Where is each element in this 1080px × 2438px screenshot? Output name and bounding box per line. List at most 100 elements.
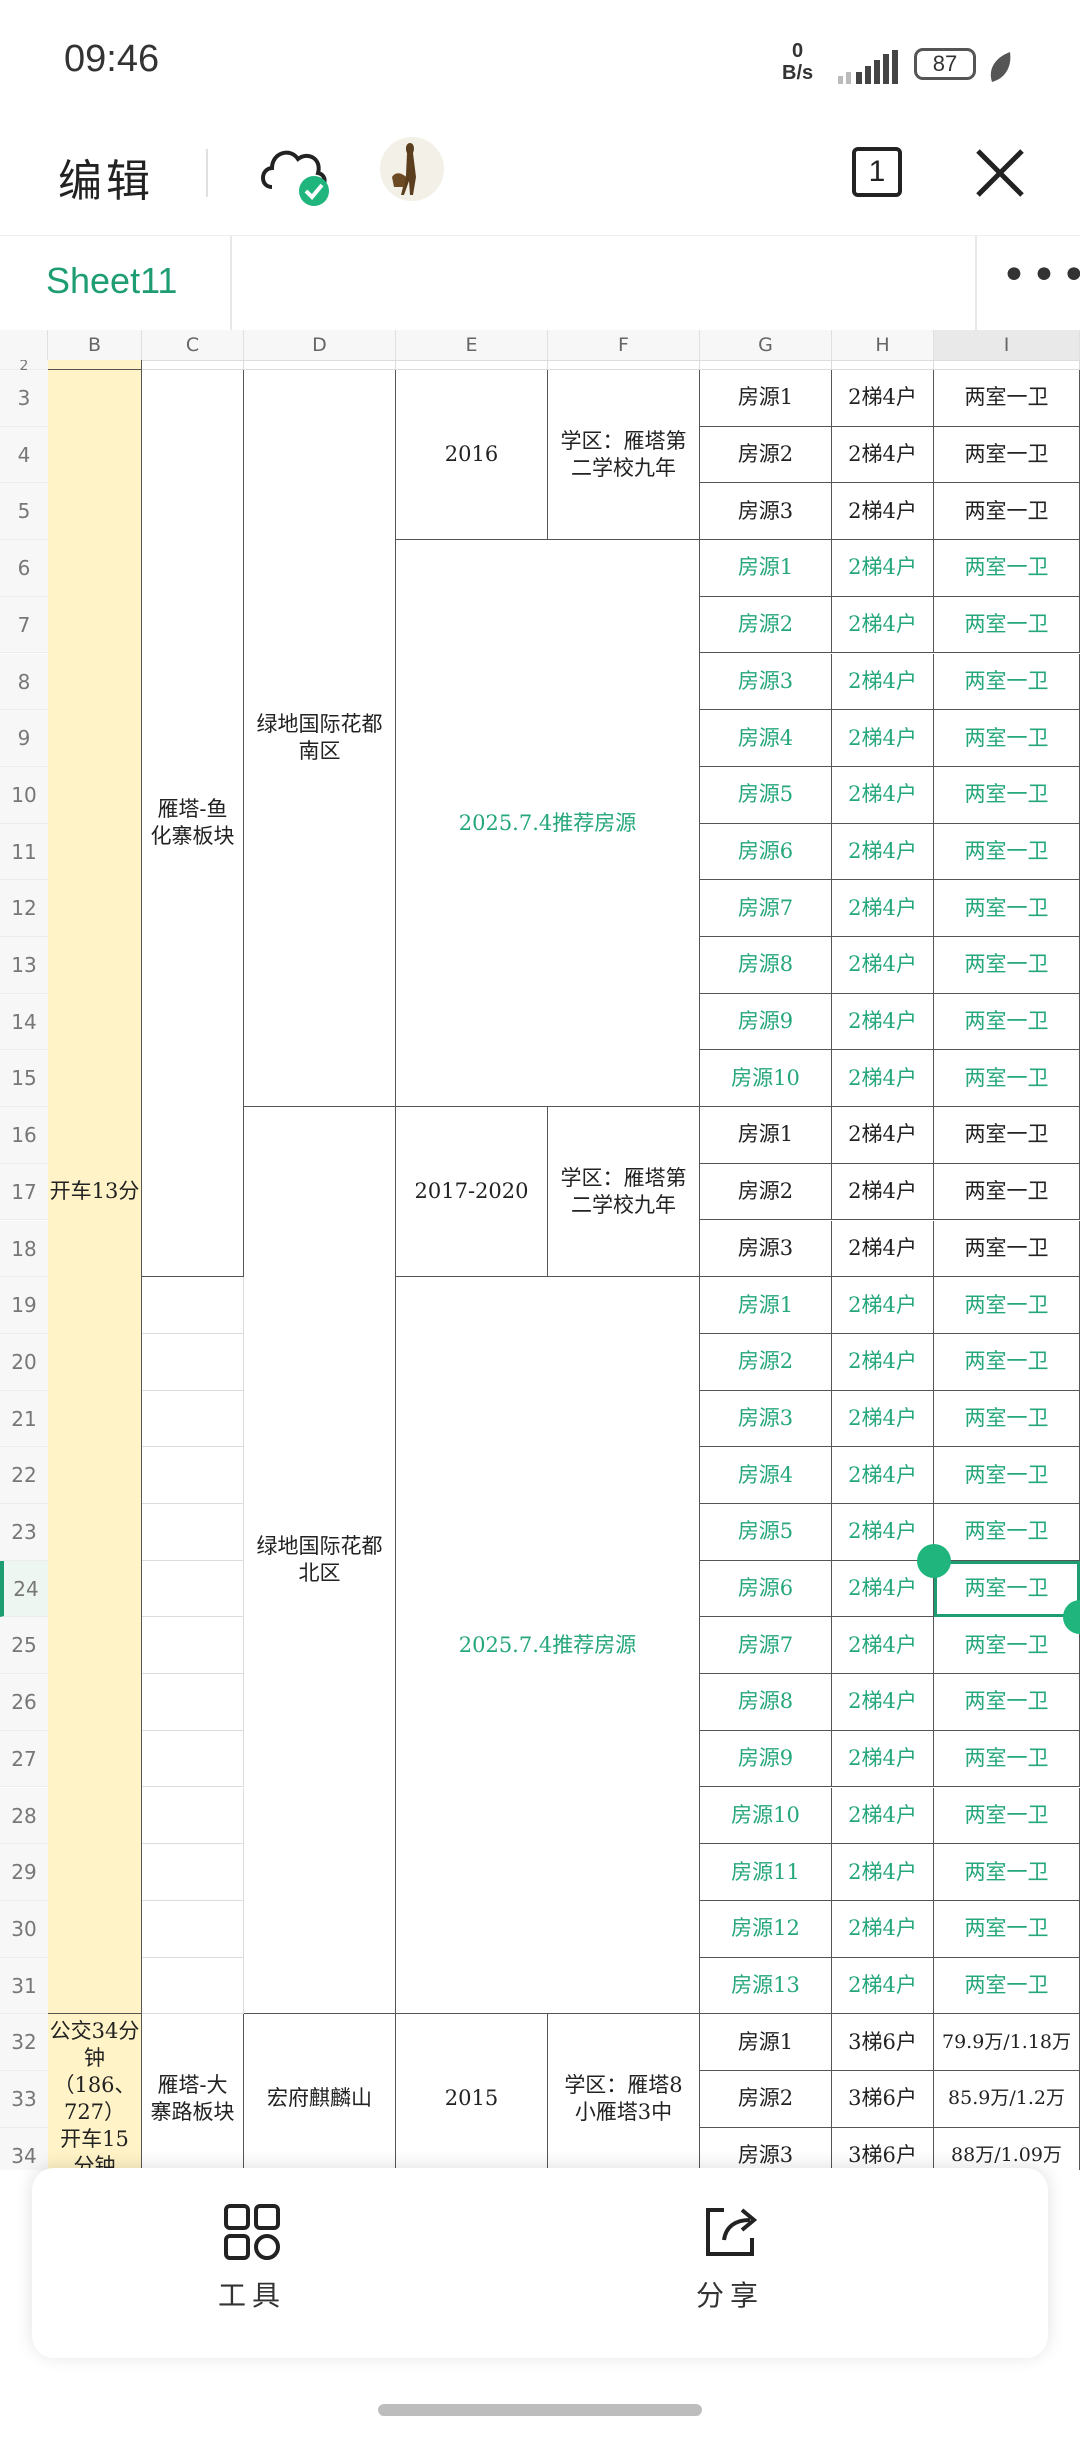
cell-community-south[interactable]: 绿地国际花都 南区 [244, 370, 396, 1108]
cell-elevator-19[interactable]: 2梯4户 [832, 1277, 934, 1334]
cell-elevator-28[interactable]: 2梯4户 [832, 1787, 934, 1845]
cell-layout-29[interactable]: 两室一卫 [934, 1844, 1080, 1901]
row-header-11[interactable]: 11 [0, 823, 48, 881]
row-header-8[interactable]: 8 [0, 653, 48, 711]
cell-elevator-5[interactable]: 2梯4户 [832, 483, 934, 541]
cell-elevator-34[interactable]: 3梯6户 [832, 2127, 934, 2170]
cell-layout-30[interactable]: 两室一卫 [934, 1900, 1080, 1958]
cell-school-2[interactable]: 学区：雁塔第 二学校九年 [548, 1107, 700, 1278]
cell-elevator-15[interactable]: 2梯4户 [832, 1050, 934, 1108]
row-header-17[interactable]: 17 [0, 1163, 48, 1221]
more-options-button[interactable]: ••• [975, 236, 1080, 331]
selected-cell-outline[interactable] [934, 1560, 1080, 1618]
row-header-2[interactable]: 2 [0, 360, 48, 373]
cell-elevator-17[interactable]: 2梯4户 [832, 1163, 934, 1221]
cell-listing-24[interactable]: 房源6 [700, 1560, 832, 1618]
cell-elevator-20[interactable]: 2梯4户 [832, 1333, 934, 1391]
cell-elevator-8[interactable]: 2梯4户 [832, 653, 934, 711]
cell-elevator-27[interactable]: 2梯4户 [832, 1730, 934, 1788]
cell-layout-5[interactable]: 两室一卫 [934, 483, 1080, 541]
cloud-saved-icon[interactable] [256, 135, 334, 211]
row-header-20[interactable]: 20 [0, 1333, 48, 1391]
cell-listing-4[interactable]: 房源2 [700, 426, 832, 484]
cell-layout-14[interactable]: 两室一卫 [934, 993, 1080, 1051]
cell-year-2015[interactable]: 2015 [396, 2014, 548, 2170]
cell-layout-4[interactable]: 两室一卫 [934, 426, 1080, 484]
row-header-15[interactable]: 15 [0, 1050, 48, 1108]
cell-layout-28[interactable]: 两室一卫 [934, 1787, 1080, 1845]
cell-block-2[interactable]: 雁塔-大 寨路板块 [142, 2014, 244, 2170]
cell-elevator-26[interactable]: 2梯4户 [832, 1674, 934, 1731]
cell-c30[interactable] [142, 1900, 244, 1958]
row-header-12[interactable]: 12 [0, 880, 48, 937]
cell-listing-9[interactable]: 房源4 [700, 710, 832, 767]
cell-layout-12[interactable]: 两室一卫 [934, 880, 1080, 937]
cell-c25[interactable] [142, 1617, 244, 1675]
cell-listing-23[interactable]: 房源5 [700, 1504, 832, 1561]
close-icon[interactable] [972, 145, 1028, 201]
cell-community-3[interactable]: 宏府麒麟山 [244, 2014, 396, 2170]
row-header-14[interactable]: 14 [0, 993, 48, 1051]
cell-layout-33[interactable]: 85.9万/1.2万 [934, 2071, 1080, 2128]
cell-c24[interactable] [142, 1560, 244, 1618]
cell-layout-10[interactable]: 两室一卫 [934, 766, 1080, 824]
cell-listing-22[interactable]: 房源4 [700, 1447, 832, 1504]
cell-elevator-7[interactable]: 2梯4户 [832, 596, 934, 654]
cell-layout-22[interactable]: 两室一卫 [934, 1447, 1080, 1504]
cell-elevator-10[interactable]: 2梯4户 [832, 766, 934, 824]
cell-elevator-32[interactable]: 3梯6户 [832, 2014, 934, 2071]
cell-f2[interactable] [548, 360, 700, 370]
column-header-h[interactable]: H [832, 330, 934, 360]
cell-layout-23[interactable]: 两室一卫 [934, 1504, 1080, 1561]
row-header-7[interactable]: 7 [0, 596, 48, 654]
edit-button[interactable]: 编辑 [58, 145, 154, 209]
cell-layout-7[interactable]: 两室一卫 [934, 596, 1080, 654]
row-header-24[interactable]: 24 [0, 1560, 48, 1618]
cell-layout-20[interactable]: 两室一卫 [934, 1333, 1080, 1391]
cell-recommend-2[interactable]: 2025.7.4推荐房源 [396, 1277, 700, 2015]
cell-listing-32[interactable]: 房源1 [700, 2014, 832, 2071]
row-header-25[interactable]: 25 [0, 1617, 48, 1675]
cell-c31[interactable] [142, 1957, 244, 2015]
cell-layout-25[interactable]: 两室一卫 [934, 1617, 1080, 1675]
row-header-4[interactable]: 4 [0, 426, 48, 484]
row-header-28[interactable]: 28 [0, 1787, 48, 1845]
cell-layout-34[interactable]: 88万/1.09万 [934, 2127, 1080, 2170]
cell-layout-21[interactable]: 两室一卫 [934, 1390, 1080, 1448]
row-header-19[interactable]: 19 [0, 1277, 48, 1334]
cell-listing-18[interactable]: 房源3 [700, 1220, 832, 1278]
cell-elevator-3[interactable]: 2梯4户 [832, 370, 934, 427]
cell-elevator-6[interactable]: 2梯4户 [832, 540, 934, 597]
cell-listing-30[interactable]: 房源12 [700, 1900, 832, 1958]
tab-sheet11[interactable]: Sheet11 [0, 236, 232, 331]
cell-c21[interactable] [142, 1390, 244, 1448]
cell-d2[interactable] [244, 360, 396, 370]
share-button[interactable]: 分享 [650, 2202, 810, 2332]
cell-listing-7[interactable]: 房源2 [700, 596, 832, 654]
cell-elevator-31[interactable]: 2梯4户 [832, 1957, 934, 2015]
row-header-3[interactable]: 3 [0, 370, 48, 427]
cell-elevator-14[interactable]: 2梯4户 [832, 993, 934, 1051]
cell-listing-5[interactable]: 房源3 [700, 483, 832, 541]
row-header-29[interactable]: 29 [0, 1844, 48, 1901]
cell-listing-12[interactable]: 房源7 [700, 880, 832, 937]
column-header-i[interactable]: I [934, 330, 1080, 360]
cell-listing-17[interactable]: 房源2 [700, 1163, 832, 1221]
cell-c19[interactable] [142, 1277, 244, 1334]
cell-elevator-16[interactable]: 2梯4户 [832, 1107, 934, 1164]
cell-elevator-12[interactable]: 2梯4户 [832, 880, 934, 937]
cell-listing-28[interactable]: 房源10 [700, 1787, 832, 1845]
cell-elevator-11[interactable]: 2梯4户 [832, 823, 934, 881]
cell-i2[interactable] [934, 360, 1080, 370]
row-header-10[interactable]: 10 [0, 766, 48, 824]
cell-block-1[interactable]: 雁塔-鱼 化寨板块 [142, 370, 244, 1278]
row-header-34[interactable]: 34 [0, 2127, 48, 2170]
cell-layout-15[interactable]: 两室一卫 [934, 1050, 1080, 1108]
row-header-6[interactable]: 6 [0, 540, 48, 597]
row-header-33[interactable]: 33 [0, 2071, 48, 2128]
column-header-d[interactable]: D [244, 330, 396, 360]
cell-layout-18[interactable]: 两室一卫 [934, 1220, 1080, 1278]
cell-h2[interactable] [832, 360, 934, 370]
cell-school-1[interactable]: 学区：雁塔第 二学校九年 [548, 370, 700, 541]
row-header-22[interactable]: 22 [0, 1447, 48, 1504]
